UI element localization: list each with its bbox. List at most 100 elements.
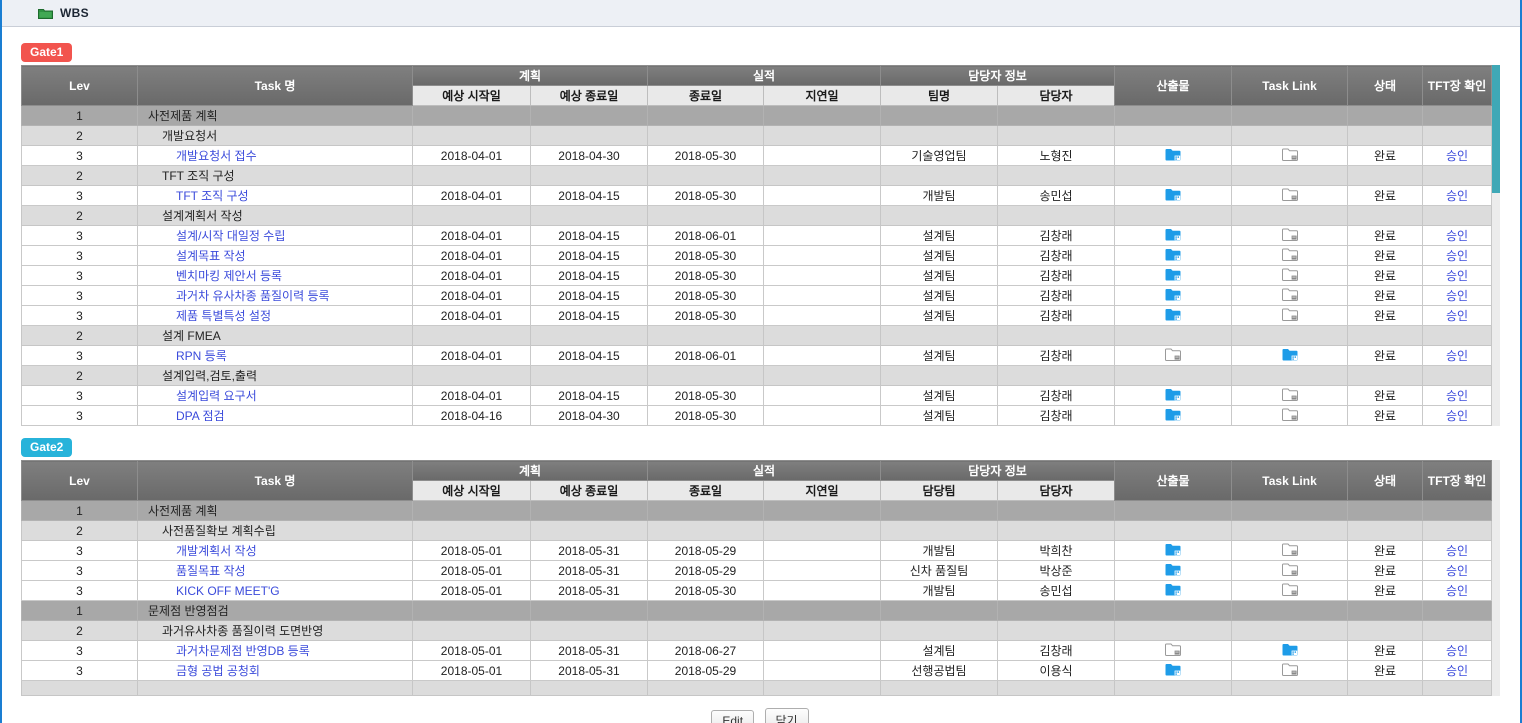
expected-end-cell: [531, 206, 648, 226]
tft-confirm-cell: 승인: [1423, 346, 1492, 366]
task-link-folder-icon[interactable]: [1282, 228, 1298, 241]
task-cell: 사전제품 계획: [138, 106, 413, 126]
task-name-link[interactable]: KICK OFF MEET'G: [138, 584, 280, 598]
approve-link[interactable]: 승인: [1446, 409, 1468, 423]
approve-link[interactable]: 승인: [1446, 269, 1468, 283]
task-name-link[interactable]: 설계목표 작성: [138, 249, 246, 263]
task-name-link[interactable]: DPA 점검: [138, 409, 225, 423]
team-cell: [881, 681, 998, 696]
table-row: 3과거차 유사차종 품질이력 등록2018-04-012018-04-15201…: [22, 286, 1492, 306]
task-link-folder-icon[interactable]: [1282, 408, 1298, 421]
approve-link[interactable]: 승인: [1446, 249, 1468, 263]
col-lev: Lev: [22, 461, 138, 501]
deliverable-folder-icon[interactable]: [1165, 663, 1181, 676]
tft-confirm-cell: 승인: [1423, 406, 1492, 426]
task-link-folder-icon[interactable]: [1282, 583, 1298, 596]
task-link-folder-icon[interactable]: [1282, 643, 1298, 656]
task-link-cell: [1232, 366, 1348, 386]
deliverable-folder-icon[interactable]: [1165, 148, 1181, 161]
task-link-folder-icon[interactable]: [1282, 288, 1298, 301]
delay-cell: [764, 166, 881, 186]
task-name-link[interactable]: 과거차문제점 반영DB 등록: [138, 644, 310, 658]
task-link-folder-icon[interactable]: [1282, 543, 1298, 556]
delay-cell: [764, 206, 881, 226]
task-link-cell: [1232, 681, 1348, 696]
task-link-folder-icon[interactable]: [1282, 248, 1298, 261]
deliverable-folder-icon[interactable]: [1165, 348, 1181, 361]
tft-confirm-cell: [1423, 621, 1492, 641]
deliverable-folder-icon[interactable]: [1165, 643, 1181, 656]
status-cell: [1348, 621, 1423, 641]
task-link-folder-icon[interactable]: [1282, 388, 1298, 401]
approve-link[interactable]: 승인: [1446, 644, 1468, 658]
deliverable-folder-icon[interactable]: [1165, 388, 1181, 401]
table-scrollbar[interactable]: [1492, 65, 1500, 426]
team-cell: [881, 601, 998, 621]
deliverable-folder-icon[interactable]: [1165, 308, 1181, 321]
approve-link[interactable]: 승인: [1446, 664, 1468, 678]
approve-link[interactable]: 승인: [1446, 389, 1468, 403]
approve-link[interactable]: 승인: [1446, 229, 1468, 243]
approve-link[interactable]: 승인: [1446, 584, 1468, 598]
deliverable-folder-icon[interactable]: [1165, 583, 1181, 596]
task-link-folder-icon[interactable]: [1282, 348, 1298, 361]
owner-cell: [998, 126, 1115, 146]
task-link-folder-icon[interactable]: [1282, 308, 1298, 321]
approve-link[interactable]: 승인: [1446, 309, 1468, 323]
deliverable-folder-icon[interactable]: [1165, 563, 1181, 576]
deliverable-folder-icon[interactable]: [1165, 188, 1181, 201]
lev-cell: 3: [22, 386, 138, 406]
task-link-folder-icon[interactable]: [1282, 268, 1298, 281]
approve-link[interactable]: 승인: [1446, 289, 1468, 303]
table-scrollbar[interactable]: [1492, 460, 1500, 696]
task-name-link[interactable]: 과거차 유사차종 품질이력 등록: [138, 289, 330, 303]
task-link-folder-icon[interactable]: [1282, 563, 1298, 576]
approve-link[interactable]: 승인: [1446, 349, 1468, 363]
delay-cell: [764, 541, 881, 561]
task-name-link[interactable]: 개발계획서 작성: [138, 544, 257, 558]
owner-cell: [998, 206, 1115, 226]
close-button[interactable]: 닫기: [765, 708, 809, 723]
table-row: 2TFT 조직 구성: [22, 166, 1492, 186]
task-name-link[interactable]: 금형 공법 공청회: [138, 664, 260, 678]
deliverable-folder-icon[interactable]: [1165, 248, 1181, 261]
deliverable-folder-icon[interactable]: [1165, 543, 1181, 556]
tft-confirm-cell: [1423, 521, 1492, 541]
expected-end-cell: [531, 366, 648, 386]
team-cell: 개발팀: [881, 541, 998, 561]
task-name-link[interactable]: 품질목표 작성: [138, 564, 246, 578]
edit-button[interactable]: Edit: [711, 710, 754, 723]
task-name-link[interactable]: 개발요청서 접수: [138, 149, 257, 163]
task-cell: 벤치마킹 제안서 등록: [138, 266, 413, 286]
status-cell: [1348, 106, 1423, 126]
deliverable-folder-icon[interactable]: [1165, 228, 1181, 241]
expected-end-cell: [531, 126, 648, 146]
tft-confirm-cell: 승인: [1423, 661, 1492, 681]
task-link-cell: [1232, 186, 1348, 206]
approve-link[interactable]: 승인: [1446, 189, 1468, 203]
team-cell: 설계팀: [881, 346, 998, 366]
approve-link[interactable]: 승인: [1446, 149, 1468, 163]
lev-cell: 3: [22, 641, 138, 661]
task-name-link[interactable]: RPN 등록: [138, 349, 227, 363]
task-link-folder-icon[interactable]: [1282, 663, 1298, 676]
deliverable-folder-icon[interactable]: [1165, 288, 1181, 301]
task-cell: KICK OFF MEET'G: [138, 581, 413, 601]
approve-link[interactable]: 승인: [1446, 544, 1468, 558]
team-cell: [881, 206, 998, 226]
task-name-link[interactable]: TFT 조직 구성: [138, 189, 249, 203]
task-name-link[interactable]: 설계/시작 대일정 수립: [138, 229, 285, 243]
scrollbar-thumb[interactable]: [1492, 65, 1500, 193]
task-name-link[interactable]: 벤치마킹 제안서 등록: [138, 269, 282, 283]
deliverable-folder-icon[interactable]: [1165, 268, 1181, 281]
deliverable-folder-icon[interactable]: [1165, 408, 1181, 421]
expected-end-cell: 2018-04-15: [531, 186, 648, 206]
task-name-link[interactable]: 설계입력 요구서: [138, 389, 257, 403]
table-row: 3제품 특별특성 설정2018-04-012018-04-152018-05-3…: [22, 306, 1492, 326]
task-link-folder-icon[interactable]: [1282, 188, 1298, 201]
lev-cell: 3: [22, 541, 138, 561]
task-name-link[interactable]: 제품 특별특성 설정: [138, 309, 271, 323]
task-link-folder-icon[interactable]: [1282, 148, 1298, 161]
approve-link[interactable]: 승인: [1446, 564, 1468, 578]
gate-badge: Gate1: [21, 43, 72, 62]
